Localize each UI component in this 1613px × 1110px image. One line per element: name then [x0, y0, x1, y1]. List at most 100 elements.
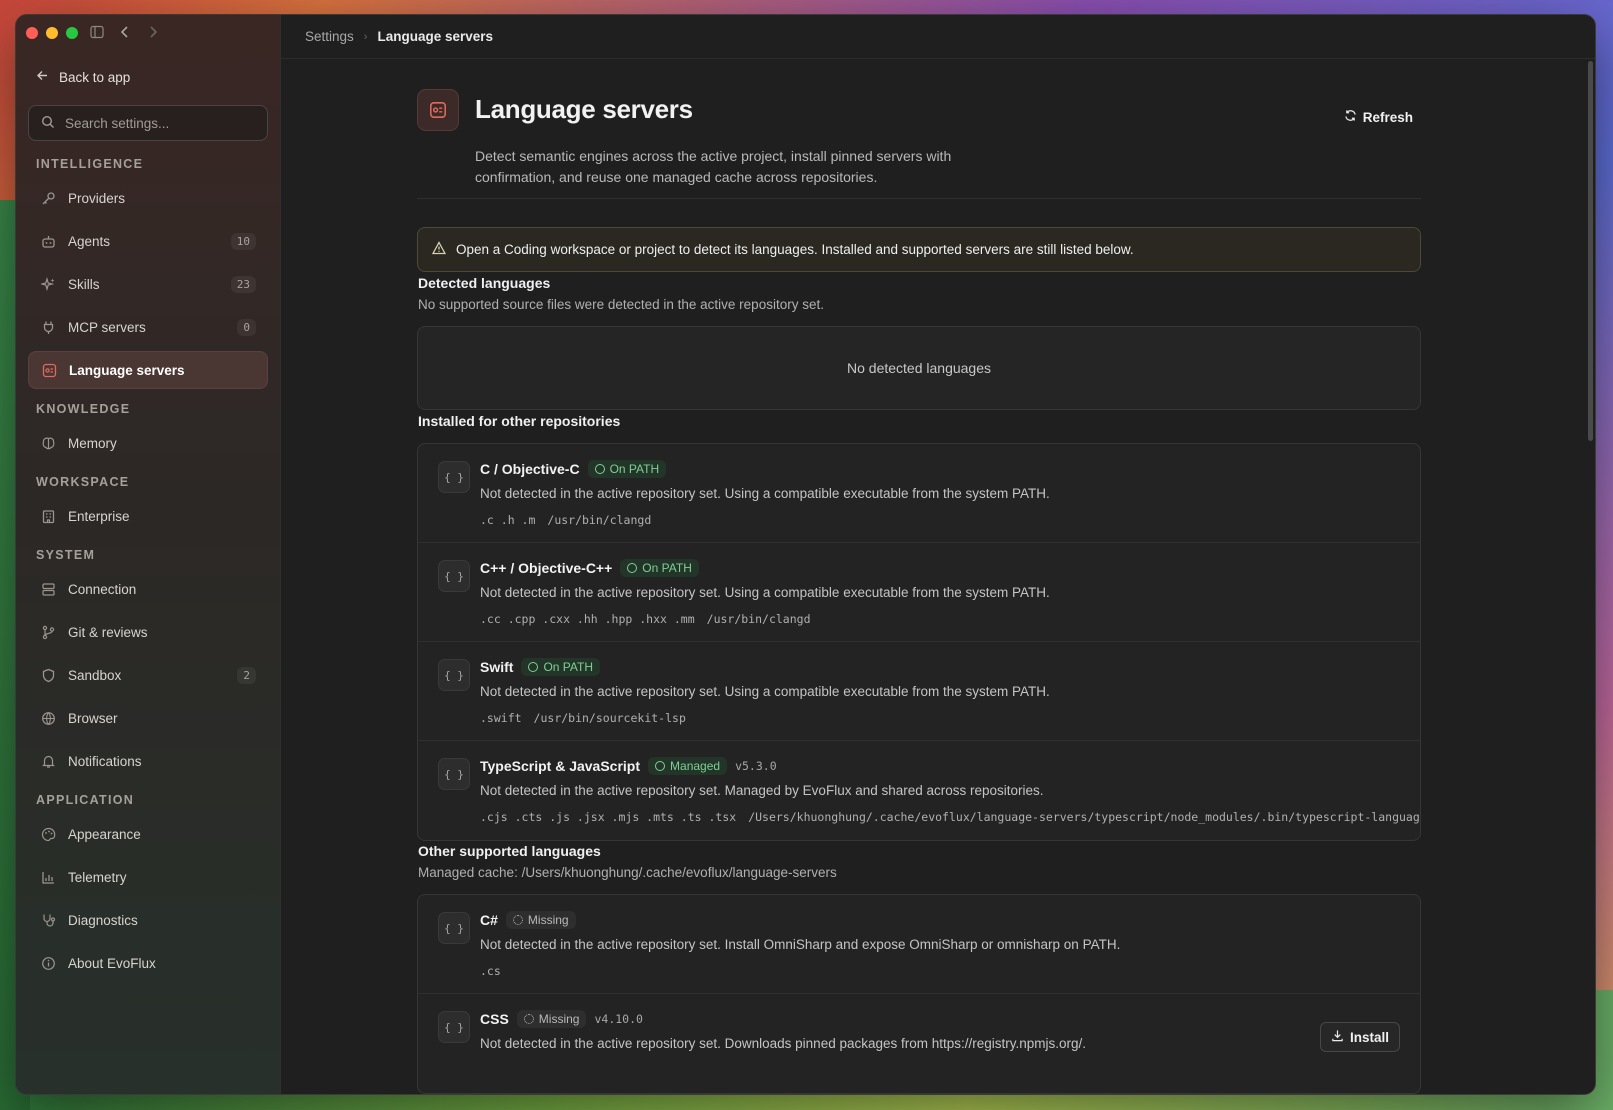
sidebar-toggle-icon[interactable] [90, 25, 104, 39]
server-meta: .c .h .m/usr/bin/clangd [480, 513, 651, 527]
server-path: /usr/bin/clangd [706, 612, 811, 626]
sidebar-item-label: About EvoFlux [68, 955, 156, 971]
server-description: Not detected in the active repository se… [480, 684, 1050, 699]
globe-icon [40, 710, 56, 726]
sidebar-item-git-reviews[interactable]: Git & reviews [28, 613, 268, 651]
download-icon [1331, 1029, 1344, 1045]
server-meta: .cjs .cts .js .jsx .mjs .mts .ts .tsx/Us… [480, 810, 1421, 824]
sidebar-item-about[interactable]: About EvoFlux [28, 944, 268, 982]
server-icon [41, 362, 57, 378]
server-description: Not detected in the active repository se… [480, 783, 1044, 798]
server-name: Swift [480, 659, 514, 675]
sidebar-item-label: Sandbox [68, 667, 122, 683]
sidebar-item-label: MCP servers [68, 319, 146, 335]
sidebar-item-skills[interactable]: Skills 23 [28, 265, 268, 303]
git-branch-icon [40, 624, 56, 640]
detected-subtitle: No supported source files were detected … [418, 297, 824, 312]
minimize-window-button[interactable] [46, 27, 58, 39]
sidebar-item-providers[interactable]: Providers [28, 179, 268, 217]
chevron-left-icon[interactable] [118, 25, 132, 39]
section-label-knowledge: KNOWLEDGE [36, 402, 131, 416]
robot-icon [40, 233, 56, 249]
status-badge: Missing [505, 911, 576, 929]
key-icon [40, 190, 56, 206]
sidebar-item-appearance[interactable]: Appearance [28, 815, 268, 853]
arrow-left-icon [36, 69, 49, 85]
workspace-warning: Open a Coding workspace or project to de… [417, 227, 1421, 272]
count-badge: 0 [237, 318, 256, 336]
other-title: Other supported languages [418, 843, 601, 859]
settings-search[interactable] [28, 105, 268, 141]
sidebar-item-diagnostics[interactable]: Diagnostics [28, 901, 268, 939]
server-name: CSS [480, 1011, 509, 1027]
sidebar-item-label: Git & reviews [68, 624, 148, 640]
sidebar: Back to app INTELLIGENCE Providers Agent… [16, 15, 281, 1094]
sidebar-item-label: Connection [68, 581, 137, 597]
loading-circle-icon [512, 915, 523, 925]
page-header: Language servers Detect semantic engines… [417, 59, 1421, 199]
close-window-button[interactable] [26, 27, 38, 39]
list-item[interactable]: { } TypeScript & JavaScript Managed v5.3… [418, 741, 1420, 840]
server-description: Not detected in the active repository se… [480, 486, 1050, 501]
sparkles-icon [40, 276, 56, 292]
sidebar-item-enterprise[interactable]: Enterprise [28, 497, 268, 535]
sidebar-item-memory[interactable]: Memory [28, 424, 268, 462]
breadcrumb-settings[interactable]: Settings [305, 29, 354, 44]
installed-section: Installed for other repositories { } C /… [417, 413, 1421, 841]
refresh-button[interactable]: Refresh [1344, 109, 1413, 125]
bar-chart-icon [40, 869, 56, 885]
count-badge: 10 [230, 232, 256, 250]
detected-title: Detected languages [418, 275, 551, 291]
list-item[interactable]: { } C# Missing Not detected in the activ… [418, 895, 1420, 994]
refresh-icon [1344, 109, 1357, 125]
install-button[interactable]: Install [1319, 1022, 1400, 1052]
sidebar-item-language-servers[interactable]: Language servers [28, 351, 268, 389]
check-circle-icon [594, 464, 605, 474]
back-to-app-link[interactable]: Back to app [36, 69, 130, 85]
chevron-right-icon: › [363, 30, 368, 43]
loading-circle-icon [523, 1014, 534, 1024]
toolbar-icons [90, 25, 160, 39]
sidebar-item-telemetry[interactable]: Telemetry [28, 858, 268, 896]
list-item[interactable]: { } CSS Missing v4.10.0 Not detected in … [418, 994, 1420, 1093]
warning-text: Open a Coding workspace or project to de… [456, 242, 1134, 257]
sidebar-item-sandbox[interactable]: Sandbox 2 [28, 656, 268, 694]
chevron-right-icon[interactable] [146, 25, 160, 39]
brain-icon [40, 435, 56, 451]
list-item[interactable]: { } C / Objective-C On PATH Not detected… [418, 444, 1420, 543]
sidebar-item-label: Agents [68, 233, 111, 249]
page-content: Language servers Detect semantic engines… [417, 59, 1421, 1094]
server-path: /usr/bin/clangd [547, 513, 652, 527]
sidebar-item-browser[interactable]: Browser [28, 699, 268, 737]
server-version: v4.10.0 [594, 1012, 643, 1026]
sidebar-item-notifications[interactable]: Notifications [28, 742, 268, 780]
scrollbar[interactable] [1588, 61, 1593, 441]
server-extensions: .cjs .cts .js .jsx .mjs .mts .ts .tsx [480, 810, 737, 824]
other-subtitle: Managed cache: /Users/khuonghung/.cache/… [418, 865, 837, 880]
sidebar-item-connection[interactable]: Connection [28, 570, 268, 608]
sidebar-item-label: Providers [68, 190, 126, 206]
braces-icon: { } [438, 912, 470, 944]
server-description: Not detected in the active repository se… [480, 1036, 1087, 1051]
server-path: /Users/khuonghung/.cache/evoflux/languag… [748, 810, 1421, 824]
status-badge: Missing [516, 1010, 587, 1028]
breadcrumb-current: Language servers [377, 29, 494, 44]
search-input[interactable] [65, 115, 245, 131]
back-to-app-label: Back to app [59, 69, 131, 85]
list-item[interactable]: { } C++ / Objective-C++ On PATH Not dete… [418, 543, 1420, 642]
zoom-window-button[interactable] [66, 27, 78, 39]
sidebar-item-mcp-servers[interactable]: MCP servers 0 [28, 308, 268, 346]
status-badge: On PATH [587, 460, 667, 478]
sidebar-item-label: Memory [68, 435, 117, 451]
server-extensions: .cs [480, 964, 501, 978]
detected-section: Detected languages No supported source f… [417, 275, 1421, 410]
server-description: Not detected in the active repository se… [480, 937, 1121, 952]
braces-icon: { } [438, 461, 470, 493]
bell-icon [40, 753, 56, 769]
status-badge: On PATH [521, 658, 601, 676]
sidebar-item-agents[interactable]: Agents 10 [28, 222, 268, 260]
sidebar-item-label: Telemetry [68, 869, 127, 885]
list-item[interactable]: { } Swift On PATH Not detected in the ac… [418, 642, 1420, 741]
count-badge: 2 [237, 666, 256, 684]
count-badge: 23 [230, 275, 256, 293]
